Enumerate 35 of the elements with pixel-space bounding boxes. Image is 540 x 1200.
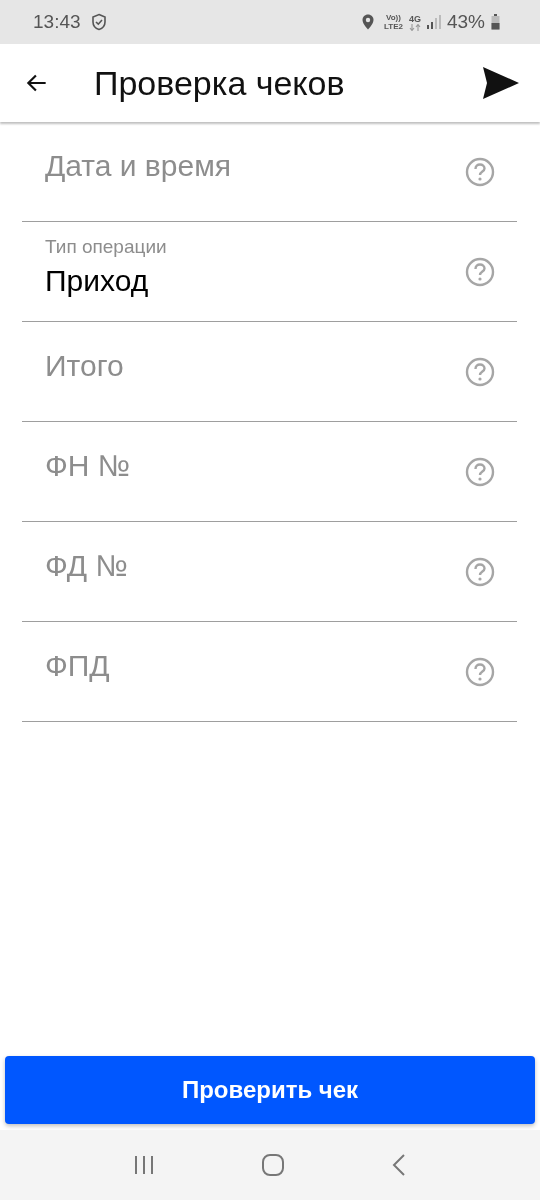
network-label: 4G [408, 13, 421, 24]
text-field[interactable]: Итого [22, 322, 517, 422]
location-icon [362, 14, 374, 30]
lte-label: LTE2 [384, 22, 403, 31]
placeholder: Итого [45, 348, 125, 383]
placeholder: ФД № [45, 548, 129, 583]
back-nav-icon[interactable] [391, 1153, 407, 1177]
shield-icon [90, 13, 107, 31]
recent-apps-icon[interactable] [133, 1154, 155, 1176]
help-icon[interactable] [465, 556, 495, 587]
text-field[interactable]: ФПД [22, 622, 517, 722]
battery-percent: 43% [446, 11, 485, 33]
clock-time: 13:43 [33, 11, 81, 33]
data-arrows-icon [408, 23, 421, 31]
help-icon[interactable] [465, 456, 495, 487]
home-icon[interactable] [261, 1153, 285, 1177]
placeholder: Дата и время [45, 148, 233, 183]
help-icon[interactable] [465, 356, 495, 387]
text-field[interactable]: Дата и время [22, 122, 517, 222]
signal-icon [426, 15, 441, 29]
text-field[interactable]: ФН № [22, 422, 517, 522]
screen-title: Проверка чеков [94, 63, 346, 103]
placeholder: ФПД [45, 648, 111, 683]
battery-icon [491, 14, 500, 30]
text-field[interactable]: ФД № [22, 522, 517, 622]
field-value: Приход [45, 263, 150, 298]
placeholder: ФН № [45, 448, 131, 483]
send-icon [482, 66, 520, 100]
volte-label: Vo)) [386, 13, 401, 22]
field-label: Тип операции [45, 235, 168, 258]
help-icon[interactable] [465, 656, 495, 687]
text-field[interactable]: Тип операции Приход [22, 222, 517, 322]
help-icon[interactable] [465, 156, 495, 187]
check-receipt-button[interactable]: Проверить чек [5, 1056, 535, 1124]
help-icon[interactable] [465, 256, 495, 287]
